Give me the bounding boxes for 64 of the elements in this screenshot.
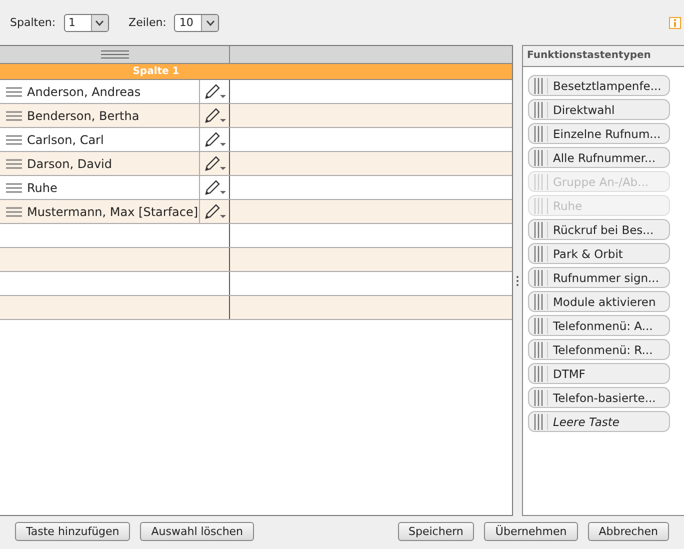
drag-handle-icon	[534, 222, 548, 238]
pencil-icon	[202, 178, 226, 196]
key-label: Ruhe	[27, 180, 58, 194]
splitter-handle-icon[interactable]	[516, 274, 519, 286]
key-type-item[interactable]: Park & Orbit	[528, 243, 670, 264]
key-label: Benderson, Bertha	[27, 108, 140, 122]
pencil-icon	[202, 154, 226, 172]
pencil-icon	[202, 130, 226, 148]
key-type-item[interactable]: Rückruf bei Bes...	[528, 219, 670, 240]
chevron-down-icon	[206, 20, 215, 26]
drag-handle-icon	[6, 182, 22, 192]
drag-handle-icon	[534, 126, 548, 142]
drag-handle-icon	[534, 270, 548, 286]
columns-label: Spalten:	[10, 16, 56, 29]
drag-handle-icon	[534, 246, 548, 262]
action-button[interactable]: Auswahl löschen	[140, 522, 254, 540]
key-type-item[interactable]: Leere Taste	[528, 411, 670, 432]
key-type-item[interactable]: Module aktivieren	[528, 291, 670, 312]
drag-handle-icon	[534, 150, 548, 166]
key-label: Carlson, Carl	[27, 132, 104, 146]
drag-handle-icon	[534, 102, 548, 118]
key-label: Darson, David	[27, 156, 112, 170]
key-type-item[interactable]: Besetztlampenfe...	[528, 75, 670, 96]
key-type-item[interactable]: Rufnummer sign...	[528, 267, 670, 288]
drag-handle-icon	[534, 366, 548, 382]
pencil-icon	[202, 202, 226, 220]
pencil-icon	[202, 106, 226, 124]
key-type-item[interactable]: Direktwahl	[528, 99, 670, 120]
key-type-item[interactable]: Telefonmenü: R...	[528, 339, 670, 360]
drag-handle-icon	[6, 86, 22, 96]
key-row[interactable]: Anderson, Andreas	[0, 80, 200, 103]
action-button[interactable]: Übernehmen	[484, 522, 578, 540]
key-type-item[interactable]: Telefon-basierte...	[528, 387, 670, 408]
drag-handle-icon	[534, 414, 548, 430]
drag-handle-icon	[6, 134, 22, 144]
rows-label: Zeilen:	[128, 16, 166, 29]
drag-handle-icon	[534, 318, 548, 334]
key-type-item[interactable]: Telefonmenü: A...	[528, 315, 670, 336]
key-row[interactable]: Ruhe	[0, 176, 200, 199]
drag-handle-icon	[534, 342, 548, 358]
action-button[interactable]: Abbrechen	[588, 522, 669, 540]
key-type-item[interactable]: DTMF	[528, 363, 670, 384]
pencil-icon	[202, 82, 226, 100]
drag-handle-icon	[534, 294, 548, 310]
key-type-item[interactable]: Einzelne Rufnum...	[528, 123, 670, 144]
key-label: Anderson, Andreas	[27, 84, 141, 98]
drag-handle-icon	[100, 50, 128, 59]
drag-handle-icon	[534, 198, 548, 214]
chevron-down-icon	[95, 20, 104, 26]
action-button[interactable]: Taste hinzufügen	[15, 522, 130, 540]
action-button[interactable]: Speichern	[398, 522, 474, 540]
drag-handle-icon	[6, 158, 22, 168]
drag-handle-icon	[6, 110, 22, 120]
drag-handle-icon	[534, 390, 548, 406]
rows-select[interactable]: 10	[174, 14, 220, 32]
drag-handle-icon	[534, 78, 548, 94]
drag-handle-icon	[534, 174, 548, 190]
column-title: Spalte 1	[0, 64, 512, 80]
drag-handle-icon	[6, 206, 22, 216]
key-type-item[interactable]: Alle Rufnummer...	[528, 147, 670, 168]
key-row[interactable]: Carlson, Carl	[0, 128, 200, 151]
key-label: Mustermann, Max [Starface]	[27, 204, 198, 218]
panel-title: Funktionstastentypen	[523, 46, 684, 67]
columns-select[interactable]: 1	[64, 14, 109, 32]
